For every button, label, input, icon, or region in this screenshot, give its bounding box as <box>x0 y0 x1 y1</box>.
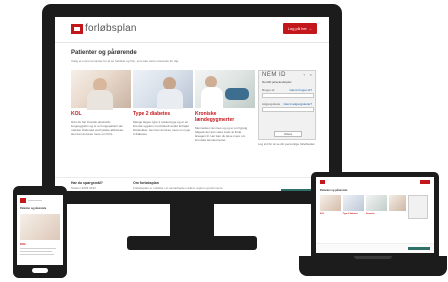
person-body <box>87 90 113 110</box>
login-button[interactable] <box>420 180 430 184</box>
card-title-kol[interactable]: KOL <box>71 111 131 117</box>
nemid-footer-text: Log ind for at se din personlige forløbs… <box>258 142 315 146</box>
footer-contact-heading: Har du spørgsmål? <box>71 181 103 185</box>
forgot-user-link[interactable]: Glemt bruger-id? <box>289 88 312 92</box>
login-button[interactable]: Log på her → <box>282 23 317 34</box>
desktop-screen: forløbsplan Log på her → Patienter og på… <box>55 17 329 191</box>
mobile-phone: Patienter og pårørende KOL <box>13 186 67 278</box>
laptop-card-title[interactable]: Kroniske <box>366 213 375 215</box>
logo-text[interactable]: forløbsplan <box>85 23 137 34</box>
card-title-diabetes[interactable]: Type 2 diabetes <box>133 111 193 117</box>
card-body-kol: Hvis du har Kronisk obstruktiv lungesygd… <box>71 120 125 136</box>
nemid-subtitle: NemID jørsekudslyder <box>262 80 292 84</box>
desktop-monitor: forløbsplan Log på her → Patienter og på… <box>42 4 342 204</box>
card-body-back-pain: Mennesker rammes og og er en hyppig følg… <box>195 126 248 142</box>
footer-about-text: Forløbsplan er udviklet i et samarbejde … <box>133 186 223 190</box>
logo-text-line <box>28 200 42 201</box>
user-id-label: Bruger-id <box>262 88 275 92</box>
password-label: Adgangskode <box>262 102 281 106</box>
laptop-card-title[interactable]: KOL <box>320 213 324 215</box>
home-button[interactable] <box>32 268 48 273</box>
site-header: forløbsplan Log på her → <box>55 17 329 43</box>
logo-icon <box>20 198 26 203</box>
laptop-card-image[interactable] <box>343 195 364 211</box>
phone-card-title[interactable]: KOL <box>20 242 26 246</box>
laptop-page-title: Patienter og pårørende <box>320 189 348 192</box>
nemid-title: NEM ID <box>262 72 286 78</box>
text-line <box>20 248 56 249</box>
laptop-partner-logo <box>408 247 430 250</box>
text-line <box>20 254 54 255</box>
monitor-base <box>127 236 257 250</box>
laptop-nemid-box <box>408 195 428 219</box>
site-footer: Har du spørgsmål? Telefon 3333 3333 Om f… <box>55 177 329 191</box>
phone-card-image[interactable] <box>20 214 60 240</box>
patient-body <box>225 88 249 100</box>
footer-contact-text: Telefon 3333 3333 <box>71 186 96 190</box>
kol-card-image[interactable] <box>71 70 131 110</box>
laptop-card-title[interactable]: Type 2 diabetes <box>343 213 358 215</box>
next-button[interactable]: Videre <box>274 131 302 137</box>
laptop-card-image[interactable] <box>366 195 387 211</box>
back-pain-card-image[interactable] <box>195 70 255 108</box>
phone-page-title: Patienter og pårørende <box>20 207 47 210</box>
footer-about-heading: Om forløbsplan <box>133 181 159 185</box>
laptop-card-image[interactable] <box>320 195 341 211</box>
laptop-card-image[interactable] <box>389 195 406 211</box>
laptop-base <box>299 256 447 276</box>
logo-icon <box>320 180 325 184</box>
forgot-password-link[interactable]: Glemt adgangskode? <box>283 102 312 106</box>
password-field[interactable] <box>262 107 314 112</box>
close-icon[interactable]: ✕ <box>309 73 312 77</box>
text-line <box>20 251 52 252</box>
phone-screen: Patienter og pårørende KOL <box>17 195 63 265</box>
laptop-screen: Patienter og pårørende KOL Type 2 diabet… <box>316 177 434 253</box>
logo-icon <box>71 24 83 34</box>
card-title-back-pain[interactable]: Kroniske lændegygmerter <box>195 111 255 123</box>
diabetes-card-image[interactable] <box>133 70 193 109</box>
laptop-lip <box>354 256 392 259</box>
page-title: Patienter og pårørende <box>71 50 137 56</box>
monitor-stand <box>170 204 214 240</box>
person-body <box>157 89 183 109</box>
help-icon[interactable]: ? <box>303 73 305 77</box>
doctor-body <box>201 87 223 108</box>
nemid-login-box: NEM ID ? ✕ NemID jørsekudslyder Bruger-i… <box>258 70 316 140</box>
card-body-diabetes: Mange lægen type 2 sukkersyge og er en k… <box>133 120 191 136</box>
page-intro: Vælg et emne herunder for at se forløbet… <box>71 59 179 63</box>
user-id-field[interactable] <box>262 93 314 98</box>
laptop: Patienter og pårørende KOL Type 2 diabet… <box>311 172 439 256</box>
